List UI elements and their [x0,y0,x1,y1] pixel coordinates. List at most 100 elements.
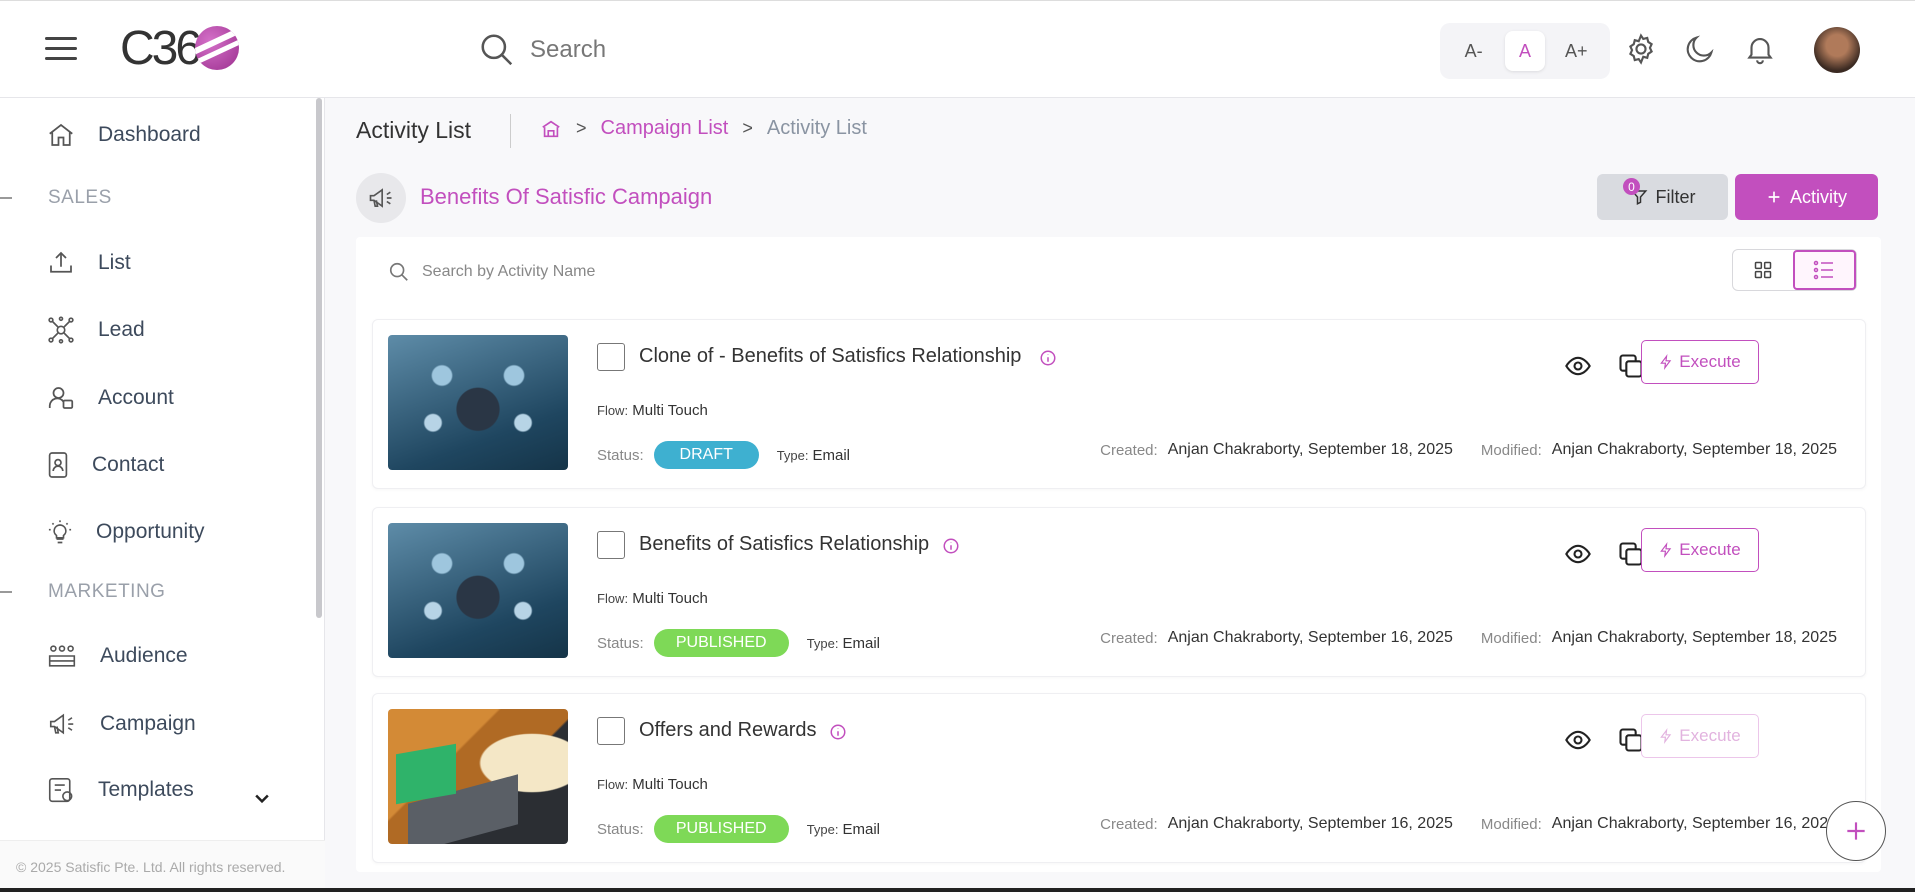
status-badge: PUBLISHED [653,629,789,657]
execute-button[interactable]: Execute [1641,714,1759,758]
status-label: Status: [597,820,644,838]
bell-icon[interactable] [1743,32,1777,66]
status-badge: DRAFT [653,441,759,469]
filter-count-badge: 0 [1623,178,1640,195]
hamburger-menu-icon[interactable] [45,37,77,61]
page-title: Activity List [356,117,472,143]
activity-title[interactable]: Clone of - Benefits of Satisfics Relatio… [639,345,1021,368]
sidebar-item-list[interactable]: List [46,248,131,278]
status-label: Status: [597,446,644,464]
modified-label: Modified: [1480,441,1542,459]
floating-add-button[interactable] [1826,801,1886,861]
grid-view-button[interactable] [1733,250,1793,290]
list-view-button[interactable] [1792,250,1856,290]
created-label: Created: [1100,815,1158,833]
modified-label: Modified: [1480,815,1542,833]
created-value: Anjan Chakraborty, September 16, 2025 [1167,629,1453,646]
breadcrumb-separator: > [576,118,587,138]
font-default-button[interactable]: A [1504,31,1545,71]
moon-icon[interactable] [1683,32,1717,66]
type-value: Email [812,446,851,464]
sidebar-item-templates[interactable]: Templates [46,775,194,805]
sidebar-item-label: Audience [100,644,188,667]
execute-button[interactable]: Execute [1641,528,1759,572]
activity-status-row: Status: PUBLISHED Type: Email [597,815,880,843]
breadcrumb-campaign-list[interactable]: Campaign List [601,117,729,140]
activity-title[interactable]: Offers and Rewards [639,719,817,742]
breadcrumb: > Campaign List > Activity List [540,117,867,140]
sidebar: Dashboard SALES List Lead Account Contac… [0,98,325,892]
lightning-icon [1660,542,1672,558]
lightning-icon [1660,728,1672,744]
list-icon [1814,260,1834,280]
logo-globe-icon [195,26,240,70]
sidebar-item-lead[interactable]: Lead [46,315,145,345]
activity-checkbox[interactable] [597,531,625,559]
view-toggle [1732,249,1857,291]
sidebar-item-label: Contact [92,453,165,476]
megaphone-icon [49,713,74,735]
activity-title[interactable]: Benefits of Satisfics Relationship [639,533,929,556]
eye-icon[interactable] [1564,540,1592,568]
activity-thumbnail [388,523,568,658]
eye-icon[interactable] [1564,352,1592,380]
lightning-icon [1660,354,1672,370]
gear-icon[interactable] [1624,32,1658,66]
user-avatar[interactable] [1814,27,1860,73]
info-icon[interactable] [942,537,960,555]
sidebar-item-account[interactable]: Account [46,383,174,413]
activity-checkbox[interactable] [597,717,625,745]
sidebar-item-opportunity[interactable]: Opportunity [46,517,205,547]
info-icon[interactable] [829,723,847,741]
eye-icon[interactable] [1564,726,1592,754]
activity-search-input[interactable]: Search by Activity Name [422,263,595,281]
sidebar-item-label: Campaign [100,712,196,735]
audience-icon [48,645,76,667]
activity-status-row: Status: PUBLISHED Type: Email [597,629,880,657]
status-label: Status: [597,634,644,652]
filter-button[interactable]: 0 Filter [1597,174,1728,220]
plus-icon [1768,191,1780,203]
sidebar-item-label: List [98,251,131,274]
activity-checkbox[interactable] [597,343,625,371]
font-size-control: A- A A+ [1440,23,1610,79]
global-search[interactable]: Search [478,31,606,69]
modified-value: Anjan Chakraborty, September 18, 2025 [1551,629,1837,646]
contact-icon [48,452,68,478]
execute-label: Execute [1679,726,1741,745]
sidebar-item-dashboard[interactable]: Dashboard [46,120,201,150]
sidebar-item-label: Dashboard [98,123,201,146]
filter-label: Filter [1655,186,1696,207]
flow-value: Multi Touch [632,776,708,793]
sidebar-item-campaign[interactable]: Campaign [46,709,196,739]
upload-icon [50,251,72,273]
search-icon [389,262,408,281]
status-badge: PUBLISHED [653,815,789,843]
activity-meta: Created: Anjan Chakraborty, September 16… [1100,815,1837,833]
flow-label: Flow: [597,403,629,418]
flow-value: Multi Touch [632,402,708,419]
font-increase-button[interactable]: A+ [1556,31,1596,71]
activity-thumbnail [388,335,568,470]
title-divider [510,114,511,148]
activity-search[interactable]: Search by Activity Name [388,261,595,283]
execute-button[interactable]: Execute [1641,340,1759,384]
font-decrease-button[interactable]: A- [1454,31,1494,71]
search-icon [481,34,513,66]
search-input[interactable]: Search [530,36,606,64]
breadcrumb-separator: > [742,118,753,138]
home-icon[interactable] [540,118,562,140]
sidebar-item-audience[interactable]: Audience [46,641,188,671]
modified-value: Anjan Chakraborty, September 16, 2025 [1551,815,1837,832]
campaign-avatar [356,173,406,223]
section-label: MARKETING [48,581,166,602]
info-icon[interactable] [1039,349,1057,367]
chevron-down-icon[interactable] [252,788,272,808]
app-logo[interactable]: C36 [120,22,240,75]
created-label: Created: [1100,441,1158,459]
sidebar-scrollbar[interactable] [316,98,322,618]
sidebar-item-contact[interactable]: Contact [46,450,164,480]
home-icon [49,123,73,146]
add-activity-button[interactable]: Activity [1735,174,1878,220]
activity-card: Benefits of Satisfics Relationship Flow:… [372,507,1866,677]
